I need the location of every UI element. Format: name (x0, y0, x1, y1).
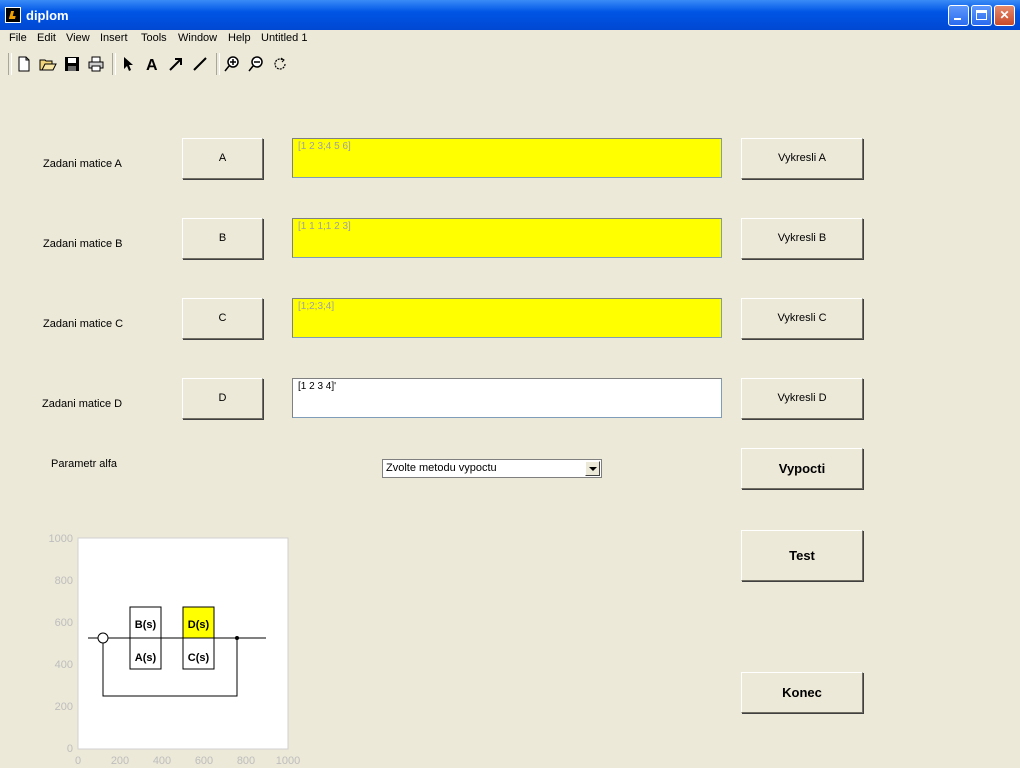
x-tick-label: 600 (195, 755, 213, 767)
zoom-in-icon[interactable] (223, 55, 241, 73)
y-tick-label: 1000 (49, 533, 73, 545)
plot-b-button[interactable]: Vykresli B (741, 218, 863, 259)
minimize-icon (949, 6, 968, 25)
y-tick-label: 200 (55, 701, 73, 713)
svg-text:A: A (146, 57, 158, 73)
matrix-b-button[interactable]: B (182, 218, 263, 259)
maximize-button[interactable] (971, 5, 992, 26)
x-tick-label: 800 (237, 755, 255, 767)
print-icon[interactable] (87, 55, 105, 73)
matrix-d-button[interactable]: D (182, 378, 263, 419)
matrix-d-input[interactable]: [1 2 3 4]' (292, 378, 722, 418)
end-button[interactable]: Konec (741, 672, 863, 713)
y-tick-label: 0 (67, 743, 73, 755)
toolbar-grip (8, 53, 12, 75)
summing-junction (97, 632, 109, 644)
toolbar-separator (216, 53, 220, 75)
y-tick-label: 600 (55, 617, 73, 629)
label-matrix-a: Zadani matice A (43, 158, 122, 170)
plot-a-button[interactable]: Vykresli A (741, 138, 863, 179)
label-matrix-d: Zadani matice D (42, 398, 123, 410)
matrix-a-button[interactable]: A (182, 138, 263, 179)
pointer-icon[interactable] (119, 55, 137, 73)
x-tick-label: 200 (111, 755, 129, 767)
y-tick-label: 800 (55, 575, 73, 587)
close-icon: ✕ (999, 8, 1010, 22)
new-file-icon[interactable] (15, 55, 33, 73)
plot-d-button[interactable]: Vykresli D (741, 378, 863, 419)
maximize-icon (972, 6, 991, 25)
minimize-button[interactable] (948, 5, 969, 26)
label-matrix-c: Zadani matice C (43, 318, 124, 330)
title-bar: diplom ✕ (0, 0, 1020, 30)
method-select-value: Zvolte metodu vypoctu (386, 462, 497, 474)
alpha-label: Parametr alfa (51, 458, 118, 470)
plot-c-button[interactable]: Vykresli C (741, 298, 863, 339)
menu-file[interactable]: File (9, 32, 27, 44)
menu-window[interactable]: Window (178, 32, 217, 44)
text-icon[interactable]: A (143, 55, 161, 73)
chevron-down-icon[interactable] (585, 461, 600, 476)
window-title: diplom (26, 8, 69, 23)
matrix-a-input[interactable]: [1 2 3;4 5 6] (292, 138, 722, 178)
test-button[interactable]: Test (741, 530, 863, 581)
compute-button[interactable]: Vypocti (741, 448, 863, 489)
menu-help[interactable]: Help (228, 32, 251, 44)
menu-untitled[interactable]: Untitled 1 (261, 32, 307, 44)
matrix-c-button[interactable]: C (182, 298, 263, 339)
label-matrix-b: Zadani matice B (43, 238, 123, 250)
matrix-c-input[interactable]: [1;2;3;4] (292, 298, 722, 338)
block-b-label: B(s) (135, 619, 157, 631)
menu-edit[interactable]: Edit (37, 32, 56, 44)
matrix-b-input[interactable]: [1 1 1;1 2 3] (292, 218, 722, 258)
zoom-out-icon[interactable] (247, 55, 265, 73)
matlab-app-icon (5, 7, 21, 23)
menu-insert[interactable]: Insert (100, 32, 128, 44)
block-c-label: C(s) (188, 652, 210, 664)
menu-view[interactable]: View (66, 32, 90, 44)
y-tick-label: 400 (55, 659, 73, 671)
block-d-label: D(s) (188, 619, 210, 631)
save-icon[interactable] (63, 55, 81, 73)
block-diagram-axes: 1000 800 600 400 200 0 0 200 400 600 800… (49, 533, 301, 767)
menu-tools[interactable]: Tools (141, 32, 167, 44)
block-a-label: A(s) (135, 652, 157, 664)
arrow-icon[interactable] (167, 55, 185, 73)
x-tick-label: 1000 (276, 755, 300, 767)
rotate-icon[interactable] (271, 55, 289, 73)
x-tick-label: 400 (153, 755, 171, 767)
branch-point (235, 636, 239, 640)
toolbar-separator (112, 53, 116, 75)
menu-bar: File Edit View Insert Tools Window Help … (0, 30, 1020, 48)
open-folder-icon[interactable] (39, 55, 57, 73)
toolbar: A (0, 50, 1020, 78)
method-select[interactable]: Zvolte metodu vypoctu (382, 459, 602, 478)
line-icon[interactable] (191, 55, 209, 73)
close-button[interactable]: ✕ (994, 5, 1015, 26)
x-tick-label: 0 (75, 755, 81, 767)
